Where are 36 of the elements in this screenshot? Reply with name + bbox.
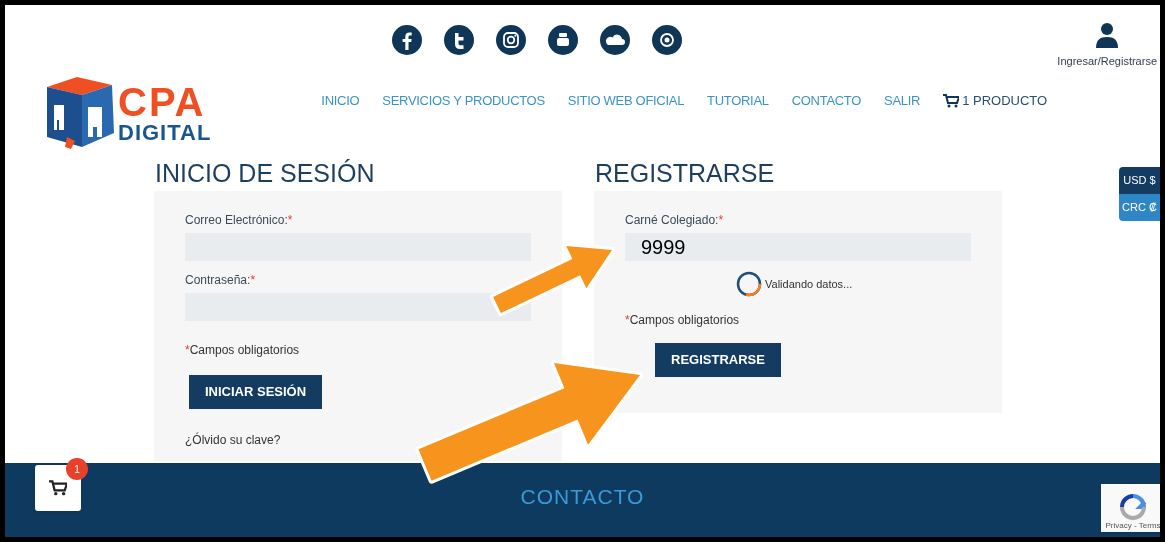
spinner-icon <box>736 271 762 297</box>
cart-button[interactable] <box>35 465 81 511</box>
submit-button[interactable]: INICIAR SESIÓN <box>189 375 323 409</box>
nav-link[interactable]: CONTACTO <box>791 91 862 111</box>
camera-icon[interactable] <box>652 25 682 55</box>
currency-button[interactable]: USD $ <box>1119 167 1160 194</box>
required-note: *Campos obligatorios <box>185 342 301 359</box>
cart-link[interactable]: 1 PRODUCTO <box>943 91 1048 111</box>
field-label: Carné Colegiado:* <box>625 212 725 229</box>
cart-count-badge: 1 <box>66 458 88 480</box>
account-link[interactable]: Ingresar/Registrarse <box>1057 22 1157 70</box>
twitter-icon[interactable] <box>444 25 474 55</box>
required-note: *Campos obligatorios <box>625 312 741 329</box>
section-heading: INICIO DE SESIÓN <box>155 158 376 189</box>
person-icon <box>1096 22 1119 48</box>
submit-button[interactable]: REGISTRARSE <box>655 343 781 377</box>
field-label: Correo Electrónico:* <box>185 212 294 229</box>
field-label: Contraseña:* <box>185 272 257 289</box>
cart-icon <box>943 93 960 108</box>
nav-link[interactable]: SERVICIOS Y PRODUCTOS <box>382 91 545 111</box>
cart-icon <box>49 480 67 496</box>
facebook-icon[interactable] <box>392 25 422 55</box>
input-field[interactable]: 9999 <box>625 233 971 261</box>
instagram-icon[interactable] <box>496 25 526 55</box>
recaptcha-links[interactable]: Privacy - Terms <box>1105 521 1160 530</box>
footer-heading: CONTACTO <box>520 484 645 507</box>
section-heading: REGISTRARSE <box>595 158 776 189</box>
youtube-icon[interactable] <box>548 25 578 55</box>
nav-link[interactable]: INICIO <box>321 91 360 111</box>
input-field[interactable] <box>185 293 531 321</box>
currency-button[interactable]: CRC ₡ <box>1119 194 1160 221</box>
cloud-icon[interactable] <box>600 25 630 55</box>
recaptcha-icon <box>1119 493 1147 521</box>
forgot-password-link[interactable]: ¿Ólvido su clave? <box>185 431 281 449</box>
status-text: Validando datos... <box>765 276 853 292</box>
logo[interactable]: CPA DIGITAL <box>42 75 212 150</box>
